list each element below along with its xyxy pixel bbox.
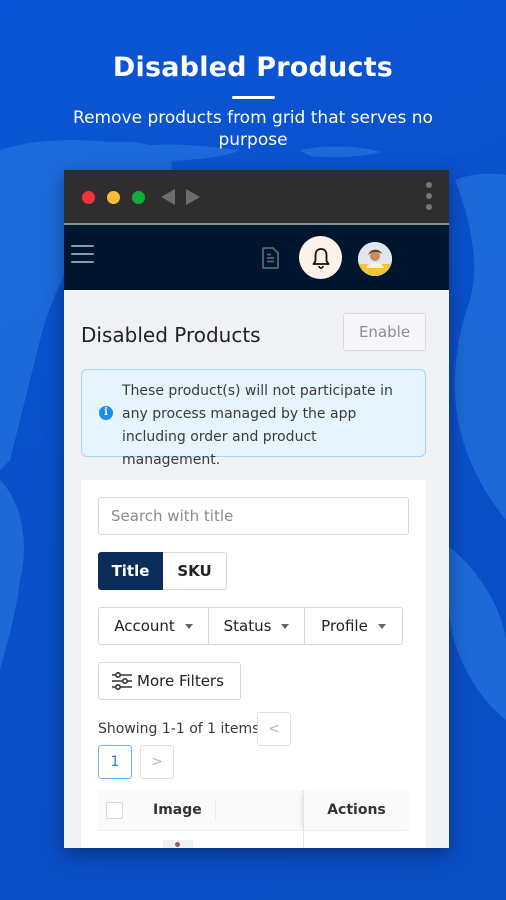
notifications-button[interactable] — [299, 236, 342, 279]
row-actions-cell — [303, 831, 409, 848]
search-by-toggle: Title SKU — [98, 552, 227, 590]
caret-down-icon — [377, 623, 386, 629]
filter-dropdowns: Account Status Profile — [98, 607, 403, 645]
page-title: Disabled Products — [81, 323, 261, 347]
search-by-title-button[interactable]: Title — [98, 552, 163, 590]
minimize-window-button[interactable] — [107, 191, 120, 204]
search-input[interactable] — [98, 497, 409, 535]
column-header-actions: Actions — [327, 802, 386, 818]
title-underline — [232, 96, 275, 99]
document-icon[interactable] — [262, 247, 280, 269]
info-banner: i These product(s) will not participate … — [81, 369, 426, 468]
sliders-icon — [112, 671, 132, 691]
more-filters-button[interactable]: More Filters — [98, 662, 241, 700]
maximize-window-button[interactable] — [132, 191, 145, 204]
close-window-button[interactable] — [82, 191, 95, 204]
forward-arrow-icon[interactable] — [186, 189, 200, 205]
app-header — [64, 225, 449, 290]
user-avatar[interactable] — [358, 242, 392, 276]
column-divider — [215, 800, 216, 821]
items-count-text: Showing 1-1 of 1 items — [98, 721, 260, 737]
promo-subtitle: Remove products from grid that serves no… — [73, 108, 433, 150]
kebab-menu-icon[interactable] — [425, 182, 433, 214]
browser-window: Disabled Products Enable i These product… — [64, 170, 449, 848]
select-all-checkbox[interactable] — [106, 802, 123, 819]
avatar-image — [358, 242, 392, 276]
profile-filter-dropdown[interactable]: Profile — [305, 607, 403, 645]
status-filter-dropdown[interactable]: Status — [209, 607, 305, 645]
search-by-sku-button[interactable]: SKU — [163, 552, 227, 590]
actions-column-header: Actions — [303, 790, 409, 831]
hamburger-menu-icon[interactable] — [71, 245, 94, 263]
page-header: Disabled Products Enable — [81, 313, 426, 353]
back-arrow-icon[interactable] — [161, 189, 175, 205]
info-icon: i — [99, 406, 113, 420]
caret-down-icon — [184, 623, 193, 629]
table-header: Image Actions — [98, 790, 409, 831]
promo-title: Disabled Products — [112, 52, 394, 83]
page-1-button[interactable]: 1 — [98, 745, 132, 779]
bell-icon — [312, 247, 329, 269]
account-filter-dropdown[interactable]: Account — [98, 607, 209, 645]
column-header-image: Image — [153, 802, 202, 818]
more-filters-label: More Filters — [137, 672, 224, 690]
caret-down-icon — [281, 623, 290, 629]
info-banner-text: These product(s) will not participate in… — [122, 383, 393, 468]
profile-filter-label: Profile — [321, 617, 368, 635]
product-thumbnail[interactable] — [163, 840, 193, 848]
enable-button[interactable]: Enable — [343, 313, 426, 351]
account-filter-label: Account — [114, 617, 175, 635]
previous-page-button[interactable]: < — [257, 712, 291, 746]
products-grid-card: Title SKU Account Status Profile — [81, 480, 426, 848]
browser-chrome — [64, 170, 449, 225]
status-filter-label: Status — [223, 617, 272, 635]
next-page-button[interactable]: > — [140, 745, 174, 779]
